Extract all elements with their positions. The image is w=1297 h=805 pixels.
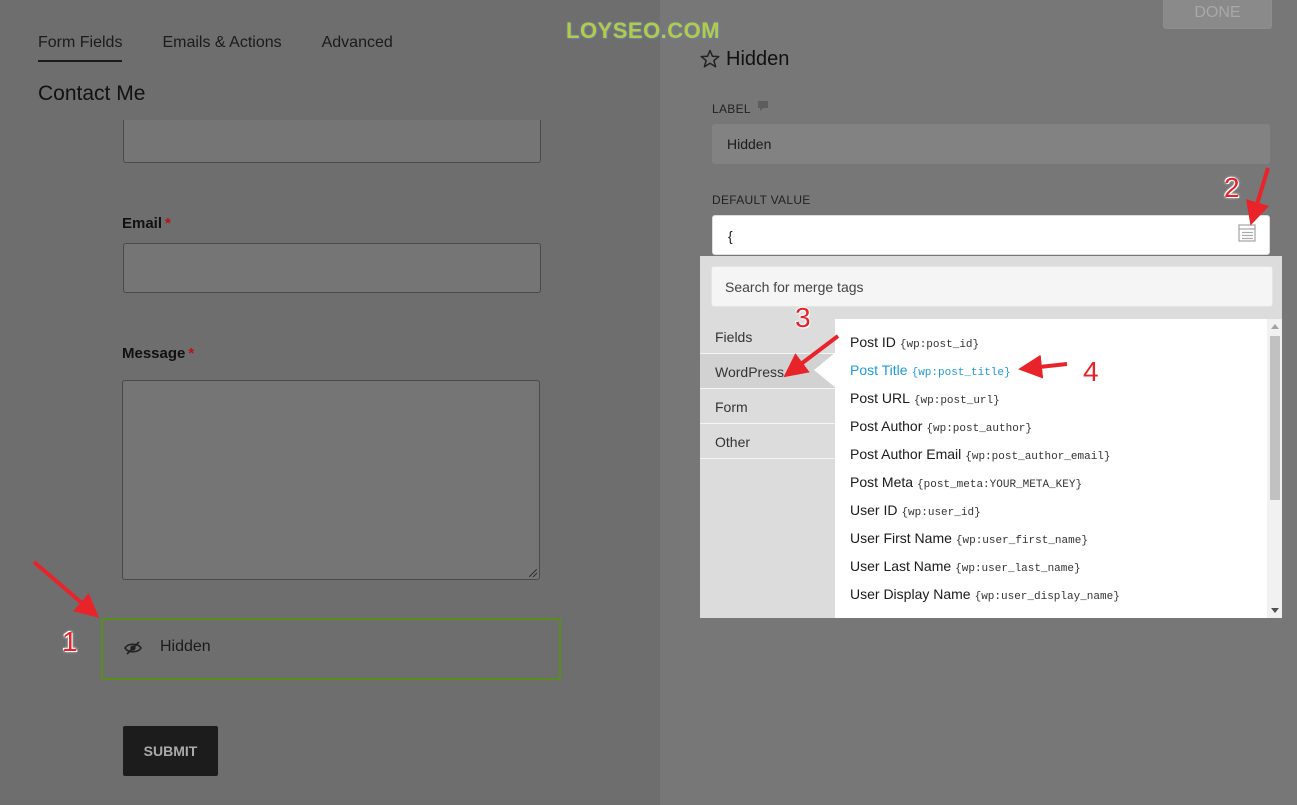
field-type-title: Hidden [726, 48, 790, 70]
email-input[interactable] [123, 243, 541, 293]
form-title: Contact Me [38, 82, 146, 105]
hidden-field-selected[interactable]: Hidden [101, 618, 561, 680]
eye-slash-icon [124, 641, 142, 655]
merge-tag-item[interactable]: User Display Name {wp:user_display_name} [850, 586, 1120, 603]
form-preview-panel: Form Fields Emails & Actions Advanced Co… [0, 0, 660, 805]
star-icon[interactable] [700, 49, 720, 69]
tab-emails-actions[interactable]: Emails & Actions [162, 34, 281, 62]
merge-tag-item-post-title[interactable]: Post Title {wp:post_title} [850, 362, 1011, 379]
merge-tag-item[interactable]: Post URL {wp:post_url} [850, 390, 1000, 407]
merge-tag-search-input[interactable]: Search for merge tags [711, 266, 1273, 307]
list-icon[interactable] [1238, 224, 1256, 242]
hidden-field-label: Hidden [160, 638, 211, 655]
merge-tag-scrollbar[interactable] [1267, 319, 1282, 618]
required-mark: * [165, 215, 171, 232]
submit-button[interactable]: SUBMIT [123, 726, 218, 776]
category-other[interactable]: Other [700, 424, 835, 459]
field-settings-panel: DONE LOYSEO.COM Hidden LABEL Hidden DEFA… [660, 0, 1297, 805]
annotation-1: 1 [62, 626, 78, 657]
comment-icon[interactable] [757, 100, 769, 112]
merge-tag-item[interactable]: Post Author Email {wp:post_author_email} [850, 446, 1111, 463]
required-mark: * [188, 345, 195, 362]
merge-tag-item[interactable]: Post Meta {post_meta:YOUR_META_KEY} [850, 474, 1082, 491]
default-value-input[interactable]: { [712, 215, 1270, 255]
category-fields[interactable]: Fields [700, 319, 835, 354]
watermark-logo-overlay: LOYSEO.COM [566, 18, 721, 43]
label-input[interactable]: Hidden [712, 124, 1270, 164]
message-label: Message * [122, 345, 195, 362]
scrollbar-thumb[interactable] [1270, 336, 1280, 500]
default-value-caption: DEFAULT VALUE [712, 193, 811, 207]
annotation-3: 3 [795, 302, 811, 333]
done-button[interactable]: DONE [1163, 0, 1272, 29]
email-label: Email * [122, 215, 171, 232]
merge-tag-item[interactable]: User Last Name {wp:user_last_name} [850, 558, 1081, 575]
category-pointer [814, 352, 836, 388]
message-textarea[interactable] [122, 380, 540, 580]
tab-advanced[interactable]: Advanced [322, 34, 393, 62]
merge-tag-item[interactable]: Post ID {wp:post_id} [850, 334, 979, 351]
category-form[interactable]: Form [700, 389, 835, 424]
annotation-4: 4 [1083, 356, 1099, 387]
tab-form-fields[interactable]: Form Fields [38, 34, 123, 62]
merge-tag-item[interactable]: User ID {wp:user_id} [850, 502, 981, 519]
annotation-2: 2 [1224, 172, 1240, 203]
scroll-up-icon[interactable] [1271, 324, 1279, 329]
merge-tag-list: Post ID {wp:post_id} Post Title {wp:post_t… [835, 319, 1282, 618]
name-input[interactable] [123, 120, 541, 163]
merge-tag-item[interactable]: Post Author {wp:post_author} [850, 418, 1032, 435]
scroll-down-icon[interactable] [1271, 608, 1279, 613]
resize-handle[interactable] [529, 569, 537, 577]
label-caption: LABEL [712, 102, 751, 116]
merge-tag-item[interactable]: User First Name {wp:user_first_name} [850, 530, 1088, 547]
merge-tags-dropdown: Search for merge tags Fields WordPress F… [700, 256, 1282, 618]
builder-tabs: Form Fields Emails & Actions Advanced [38, 34, 433, 62]
